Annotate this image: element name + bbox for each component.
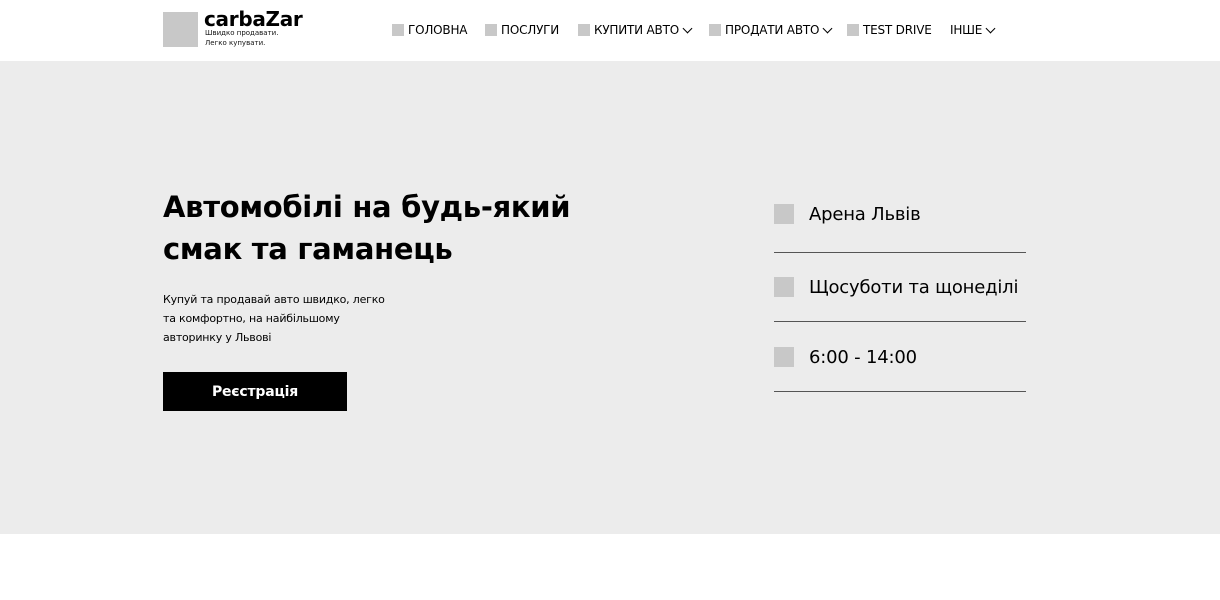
clock-icon (774, 347, 794, 367)
nav-item-other[interactable]: ІНШЕ (950, 21, 996, 39)
buy-car-icon (578, 24, 590, 36)
logo-tagline: Швидко продавати. Легко купувати. (205, 28, 278, 48)
register-button[interactable]: Реєстрація (163, 372, 347, 411)
nav-item-label: КУПИТИ АВТО (594, 23, 679, 37)
nav-item-home[interactable]: ГОЛОВНА (392, 21, 468, 39)
info-days-text: Щосуботи та щонеділі (809, 276, 1019, 298)
chevron-down-icon (682, 23, 693, 33)
home-icon (392, 24, 404, 36)
logo-tagline-line: Легко купувати. (205, 39, 266, 47)
hero-title-line: смак та гаманець (163, 232, 453, 266)
nav-item-services[interactable]: ПОСЛУГИ (485, 21, 559, 39)
hero-description: Купуй та продавай авто швидко, легко та … (163, 290, 393, 347)
info-hours: 6:00 - 14:00 (774, 340, 1026, 374)
nav-item-label: ІНШЕ (950, 23, 983, 37)
services-icon (485, 24, 497, 36)
info-location-text: Арена Львів (809, 203, 921, 225)
info-days: Щосуботи та щонеділі (774, 270, 1026, 304)
hero-description-line: авторинку у Львові (163, 331, 272, 344)
hero-description-line: та комфортно, на найбільшому (163, 312, 340, 325)
nav-item-label: TEST DRIVE (863, 23, 932, 37)
hero-section: Автомобілі на будь-який смак та гаманець… (0, 61, 1220, 534)
chevron-down-icon (822, 23, 833, 33)
logo-icon[interactable] (163, 12, 198, 47)
nav-item-test-drive[interactable]: TEST DRIVE (847, 21, 932, 39)
hero-description-line: Купуй та продавай авто швидко, легко (163, 293, 385, 306)
sell-car-icon (709, 24, 721, 36)
hero-title-line: Автомобілі на будь-який (163, 190, 571, 224)
nav-item-sell-car[interactable]: ПРОДАТИ АВТО (709, 21, 833, 39)
divider (774, 391, 1026, 392)
nav-item-label: ПОСЛУГИ (501, 23, 560, 37)
info-hours-text: 6:00 - 14:00 (809, 346, 917, 368)
divider (774, 321, 1026, 322)
test-drive-icon (847, 24, 859, 36)
hero-title: Автомобілі на будь-який смак та гаманець (163, 186, 603, 270)
chevron-down-icon (985, 23, 996, 33)
nav-item-buy-car[interactable]: КУПИТИ АВТО (578, 21, 693, 39)
location-icon (774, 204, 794, 224)
nav-item-label: ПРОДАТИ АВТО (725, 23, 820, 37)
nav-item-label: ГОЛОВНА (408, 23, 468, 37)
info-location: Арена Львів (774, 197, 1026, 231)
logo-tagline-line: Швидко продавати. (205, 29, 279, 37)
calendar-icon (774, 277, 794, 297)
site-header: carbaZar Швидко продавати. Легко купуват… (0, 0, 1220, 61)
divider (774, 252, 1026, 253)
